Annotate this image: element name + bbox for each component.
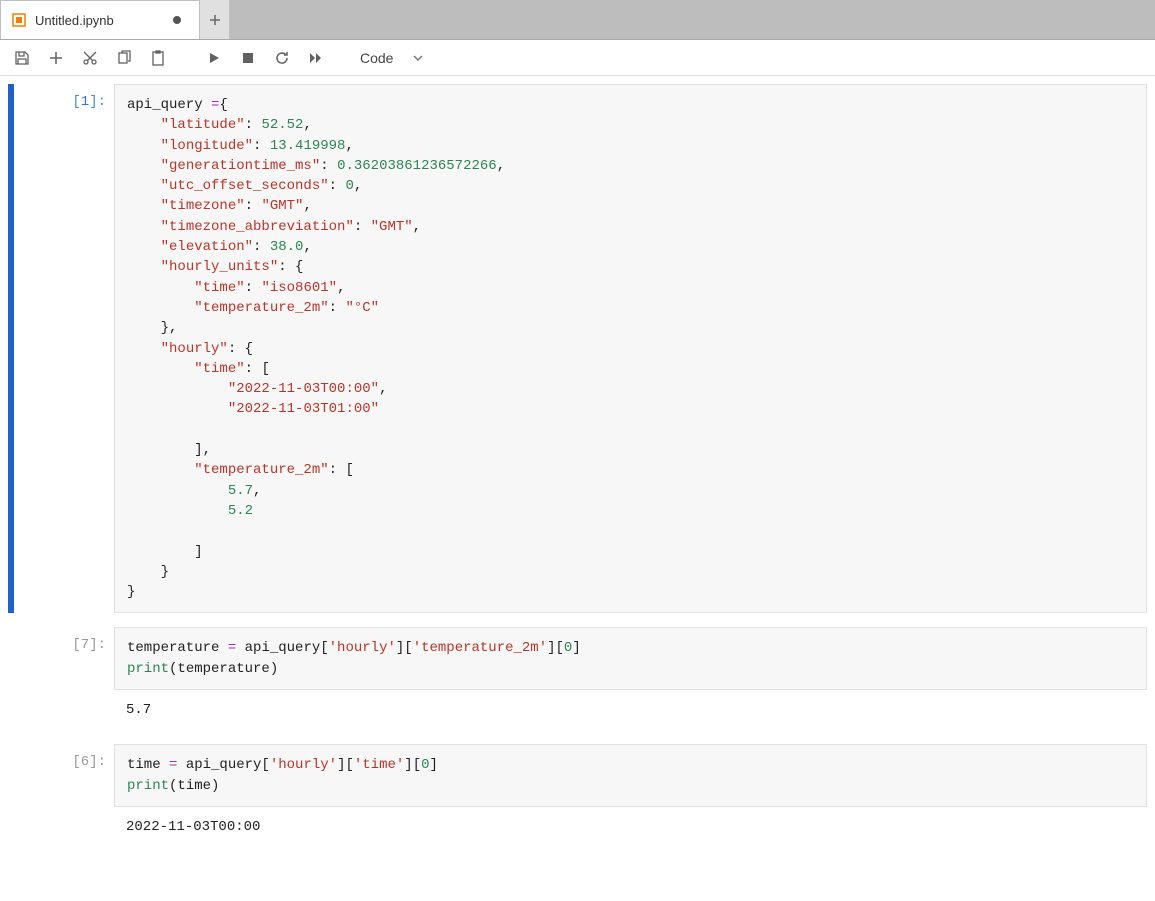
restart-run-all-button[interactable]: [306, 48, 326, 68]
interrupt-button[interactable]: [238, 48, 258, 68]
code-cell[interactable]: [7]:temperature = api_query['hourly']['t…: [8, 627, 1147, 730]
cell-output: 2022-11-03T00:00: [114, 807, 1147, 847]
chevron-down-icon: [413, 55, 423, 61]
restart-button[interactable]: [272, 48, 292, 68]
execution-prompt: [7]:: [14, 627, 114, 730]
cut-button[interactable]: [80, 48, 100, 68]
execution-prompt: [1]:: [14, 84, 114, 613]
tab-title: Untitled.ipynb: [35, 13, 114, 28]
save-button[interactable]: [12, 48, 32, 68]
cell-output: 5.7: [114, 690, 1147, 730]
tab-bar: Untitled.ipynb: [0, 0, 1155, 40]
notebook-body[interactable]: [1]:api_query ={ "latitude": 52.52, "lon…: [0, 76, 1155, 901]
code-input[interactable]: temperature = api_query['hourly']['tempe…: [114, 627, 1147, 690]
dirty-indicator-icon: [173, 16, 181, 24]
code-input[interactable]: time = api_query['hourly']['time'][0] pr…: [114, 744, 1147, 807]
notebook-toolbar: Code: [0, 40, 1155, 76]
execution-prompt: [6]:: [14, 744, 114, 847]
code-cell[interactable]: [1]:api_query ={ "latitude": 52.52, "lon…: [8, 84, 1147, 613]
insert-cell-button[interactable]: [46, 48, 66, 68]
new-tab-button[interactable]: [200, 0, 230, 39]
paste-button[interactable]: [148, 48, 168, 68]
code-cell[interactable]: [6]:time = api_query['hourly']['time'][0…: [8, 744, 1147, 847]
notebook-tab[interactable]: Untitled.ipynb: [0, 0, 200, 39]
cell-type-select[interactable]: Code: [352, 48, 431, 68]
run-button[interactable]: [204, 48, 224, 68]
cell-type-label: Code: [360, 50, 393, 66]
copy-button[interactable]: [114, 48, 134, 68]
notebook-icon: [11, 12, 27, 28]
code-input[interactable]: api_query ={ "latitude": 52.52, "longitu…: [114, 84, 1147, 613]
